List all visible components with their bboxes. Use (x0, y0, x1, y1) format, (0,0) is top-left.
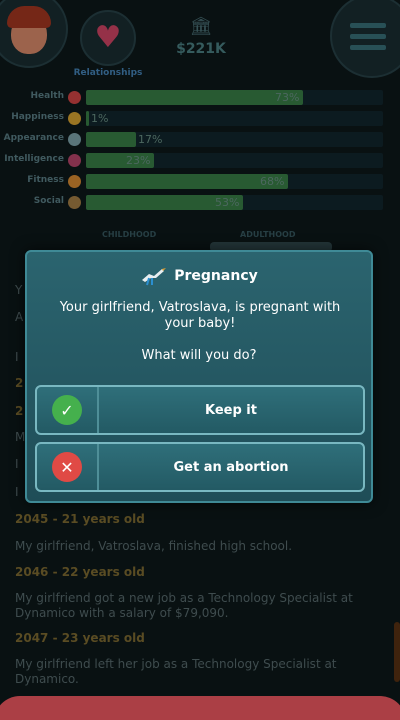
choice-label: Get an abortion (173, 459, 289, 475)
dialog-title: Pregnancy (174, 268, 258, 284)
get-abortion-button[interactable]: ✕ Get an abortion (35, 442, 365, 492)
check-icon: ✓ (52, 395, 82, 425)
dialog-title-row: Pregnancy (27, 266, 371, 286)
choice-label: Keep it (205, 402, 257, 418)
dialog-message: Your girlfriend, Vatroslava, is pregnant… (59, 300, 341, 331)
keep-it-button[interactable]: ✓ Keep it (35, 385, 365, 435)
dialog-question: What will you do? (141, 348, 257, 363)
pregnancy-dialog: Pregnancy Your girlfriend, Vatroslava, i… (25, 250, 373, 503)
close-icon: ✕ (52, 452, 82, 482)
stork-icon (142, 268, 167, 286)
